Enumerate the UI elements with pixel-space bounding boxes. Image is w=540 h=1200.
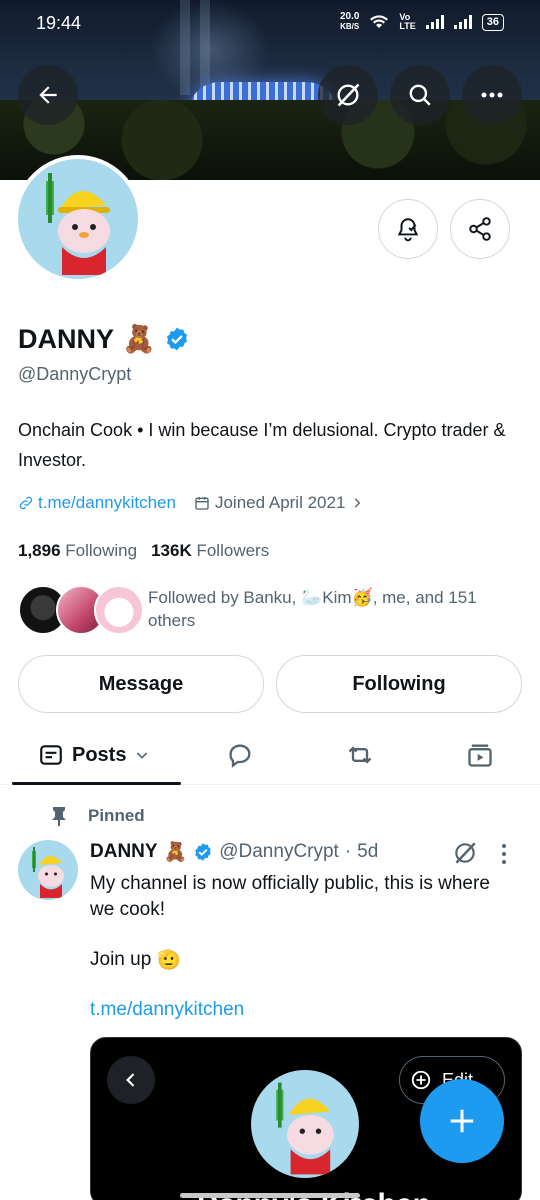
post-grok-button[interactable] [452,840,478,871]
signal-icon-2 [453,15,472,29]
verified-badge-icon[interactable] [164,326,190,352]
link-icon [19,496,33,510]
verified-badge-icon [195,843,211,861]
pin-icon [52,807,66,826]
net-speed-value: 20.0 [339,11,360,22]
profile-link-text[interactable]: t.me/dannykitchen [38,493,176,513]
arrow-left-icon [39,86,57,104]
follower-avatar [94,585,144,635]
battery-icon: 36 [481,13,504,31]
followed-by-text: Followed by Banku, 🦢Kim🥳, me, and 151 ot… [148,588,477,630]
penguin-avatar-image [32,847,64,898]
calendar-icon [195,497,209,510]
home-indicator[interactable] [180,1193,360,1198]
following-count: 1,896 [18,541,61,560]
profile-bio: Onchain Cook • I win because I’m delusio… [18,420,506,470]
chevron-left-icon [126,1073,135,1087]
followers-count-link[interactable]: 136K Followers [151,541,269,561]
post-separator: · [344,841,352,862]
share-icon [469,217,491,241]
post-link[interactable]: t.me/dannykitchen [90,999,244,1021]
post-author-handle: @DannyCrypt [219,841,339,862]
post-more-button[interactable] [500,843,508,870]
followers-count: 136K [151,541,192,560]
profile-link[interactable]: t.me/dannykitchen [18,493,176,513]
wifi-icon [370,15,389,28]
tab-media[interactable] [466,725,494,785]
media-channel-avatar [251,1070,359,1178]
status-icons: 20.0 KB/S Vo LTE 36 [340,12,504,32]
post-text-join: Join up 🫡 [90,948,181,972]
penguin-avatar-image [276,1082,334,1175]
post-header: DANNY 🧸 @DannyCrypt · 5d [90,840,378,864]
message-button[interactable]: Message [18,655,264,713]
more-horizontal-icon [481,92,503,98]
compose-button[interactable] [420,1079,504,1163]
share-button[interactable] [450,199,510,259]
more-button[interactable] [462,65,522,125]
post-join-text: Join up [90,949,152,970]
more-vertical-icon [502,844,506,864]
tab-active-indicator [12,782,181,785]
post-author-emoji: 🧸 [163,842,188,863]
followed-by[interactable]: Followed by Banku, 🦢Kim🥳, me, and 151 ot… [18,585,518,637]
tab-posts-label: Posts [72,743,127,766]
teddy-emoji: 🧸 [122,324,156,354]
bell-check-icon [397,218,419,242]
following-count-link[interactable]: 1,896 Following [18,541,137,561]
profile-avatar[interactable] [14,155,142,283]
chevron-right-icon [355,498,361,508]
reply-icon [229,744,251,768]
posts-icon [40,745,62,765]
salute-emoji: 🫡 [157,950,181,971]
status-time: 19:44 [36,13,82,33]
profile-handle: @DannyCrypt [18,364,132,384]
search-icon [409,84,431,106]
grok-button[interactable] [318,65,378,125]
follow-counts: 1,896 Following 136K Followers [18,541,269,561]
media-icon [468,744,492,767]
profile-joined[interactable]: Joined April 2021 [194,493,364,513]
signal-icon [425,15,444,29]
tab-posts[interactable]: Posts [38,725,150,785]
following-label: Following [65,541,138,560]
media-back-button [107,1056,155,1104]
profile-name-text: DANNY [18,323,115,354]
grok-icon [455,842,476,864]
search-button[interactable] [390,65,450,125]
profile-meta: t.me/dannykitchen Joined April 2021 [18,493,364,513]
plus-icon [450,1109,474,1133]
tab-replies[interactable] [226,725,254,785]
penguin-avatar-image [46,173,110,275]
notifications-button[interactable] [378,199,438,259]
grok-icon [337,83,360,107]
post-time: 5d [357,841,379,862]
pinned-label: Pinned [50,805,145,827]
following-button[interactable]: Following [276,655,522,713]
profile-name: DANNY 🧸 [18,323,190,355]
post-text: My channel is now officially public, thi… [90,873,490,920]
net-speed: 20.0 KB/S [340,12,359,32]
status-bar: 19:44 20.0 KB/S Vo LTE 36 [0,0,540,48]
post-author-avatar[interactable] [18,840,78,900]
volte-icon: Vo LTE [399,12,416,31]
net-speed-unit: KB/S [340,22,360,31]
tab-reposts[interactable] [345,725,375,785]
profile-joined-text: Joined April 2021 [214,493,346,512]
followers-label: Followers [196,541,270,560]
post-author-name[interactable]: DANNY [90,841,158,863]
add-circle-icon [411,1070,431,1090]
profile-tabs: Posts [0,725,540,785]
repost-icon [348,746,372,764]
pinned-text: Pinned [88,806,145,825]
back-button[interactable] [18,65,78,125]
chevron-down-icon [137,752,148,759]
